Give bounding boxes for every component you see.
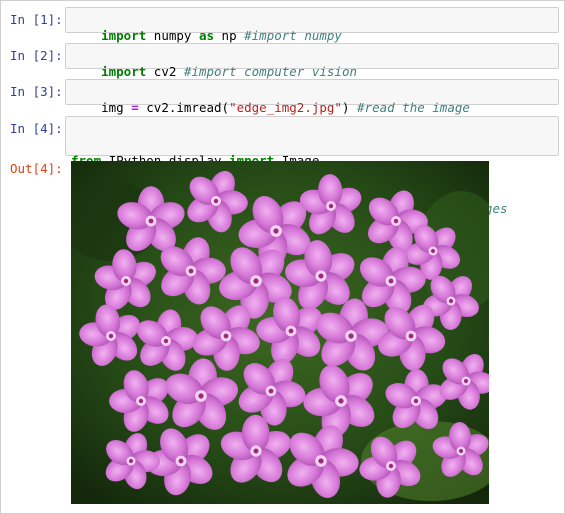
code-token: as bbox=[198, 28, 215, 43]
code-token: np bbox=[214, 28, 245, 43]
code-token: #import computer vision bbox=[183, 64, 357, 79]
input-prompt: In [3]: bbox=[10, 84, 63, 99]
code-token: numpy bbox=[146, 28, 199, 43]
code-input[interactable]: import numpy as np #import numpy bbox=[65, 7, 559, 43]
code-token: cv2.imread( bbox=[138, 100, 230, 115]
code-token: #read the image bbox=[357, 100, 470, 115]
code-token: import bbox=[101, 28, 147, 43]
code-token: = bbox=[131, 100, 139, 115]
output-image bbox=[71, 161, 489, 504]
code-line: img = cv2.imread("edge_img2.jpg") #read … bbox=[101, 100, 470, 115]
input-prompt: In [4]: bbox=[10, 121, 63, 136]
code-line: import cv2 #import computer vision bbox=[101, 64, 357, 79]
output-prompt: Out[4]: bbox=[10, 161, 63, 176]
code-token: img bbox=[101, 100, 132, 115]
input-prompt: In [1]: bbox=[10, 12, 63, 27]
flower-image bbox=[71, 161, 489, 504]
code-input[interactable]: import cv2 #import computer vision bbox=[65, 43, 559, 79]
code-line: import numpy as np #import numpy bbox=[101, 28, 342, 43]
code-token: import bbox=[101, 64, 147, 79]
code-token: "edge_img2.jpg" bbox=[229, 100, 342, 115]
code-input[interactable]: img = cv2.imread("edge_img2.jpg") #read … bbox=[65, 79, 559, 115]
code-token: ) bbox=[341, 100, 358, 115]
input-prompt: In [2]: bbox=[10, 48, 63, 63]
code-token: cv2 bbox=[146, 64, 184, 79]
code-token: #import numpy bbox=[244, 28, 342, 43]
code-input[interactable]: from IPython.display import Image Image(… bbox=[65, 116, 559, 216]
